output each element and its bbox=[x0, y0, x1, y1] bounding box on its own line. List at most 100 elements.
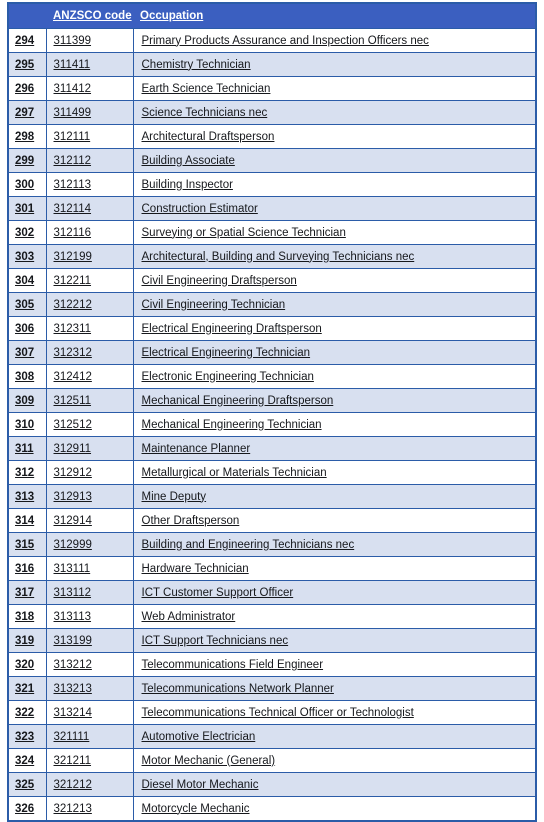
occupation-cell[interactable]: Science Technicians nec bbox=[133, 100, 536, 125]
anzsco-code-cell[interactable]: 313214 bbox=[46, 700, 134, 725]
occupation-cell[interactable]: Electrical Engineering Technician bbox=[133, 340, 536, 365]
occupation-cell[interactable]: Telecommunications Technical Officer or … bbox=[133, 700, 536, 725]
occupation-cell[interactable]: Mine Deputy bbox=[133, 484, 536, 509]
anzsco-code-cell[interactable]: 312111 bbox=[46, 124, 134, 149]
table-row[interactable]: 296 311412 Earth Science Technician bbox=[8, 76, 536, 101]
anzsco-code-cell[interactable]: 313111 bbox=[46, 556, 134, 581]
anzsco-code-cell[interactable]: 312311 bbox=[46, 316, 134, 341]
table-row[interactable]: 308 312412 Electronic Engineering Technici… bbox=[8, 364, 536, 389]
anzsco-code-cell[interactable]: 313113 bbox=[46, 604, 134, 629]
table-row[interactable]: 321 313213 Telecommunications Network Plan… bbox=[8, 676, 536, 701]
table-row[interactable]: 301 312114 Construction Estimator bbox=[8, 196, 536, 221]
table-row[interactable]: 323 321111 Automotive Electrician bbox=[8, 724, 536, 749]
occupation-cell[interactable]: Civil Engineering Draftsperson bbox=[133, 268, 536, 293]
anzsco-code-cell[interactable]: 312211 bbox=[46, 268, 134, 293]
table-row[interactable]: 307 312312 Electrical Engineering Technici… bbox=[8, 340, 536, 365]
occupation-cell[interactable]: Other Draftsperson bbox=[133, 508, 536, 533]
occupation-cell[interactable]: Mechanical Engineering Technician bbox=[133, 412, 536, 437]
table-row[interactable]: 299 312112 Building Associate bbox=[8, 148, 536, 173]
occupation-cell[interactable]: Building and Engineering Technicians nec bbox=[133, 532, 536, 557]
table-row[interactable]: 316 313111 Hardware Technician bbox=[8, 556, 536, 581]
table-row[interactable]: 319 313199 ICT Support Technicians nec bbox=[8, 628, 536, 653]
anzsco-code-cell[interactable]: 312911 bbox=[46, 436, 134, 461]
table-row[interactable]: 315 312999 Building and Engineering Techni… bbox=[8, 532, 536, 557]
anzsco-code-cell[interactable]: 313199 bbox=[46, 628, 134, 653]
anzsco-code-cell[interactable]: 312913 bbox=[46, 484, 134, 509]
anzsco-code-cell[interactable]: 312199 bbox=[46, 244, 134, 269]
anzsco-code-cell[interactable]: 312912 bbox=[46, 460, 134, 485]
occupation-cell[interactable]: Diesel Motor Mechanic bbox=[133, 772, 536, 797]
occupation-cell[interactable]: Telecommunications Network Planner bbox=[133, 676, 536, 701]
anzsco-code-cell[interactable]: 313213 bbox=[46, 676, 134, 701]
table-row[interactable]: 317 313112 ICT Customer Support Officer bbox=[8, 580, 536, 605]
occupation-cell[interactable]: Electrical Engineering Draftsperson bbox=[133, 316, 536, 341]
anzsco-code-cell[interactable]: 313212 bbox=[46, 652, 134, 677]
table-row[interactable]: 295 311411 Chemistry Technician bbox=[8, 52, 536, 77]
anzsco-code-cell[interactable]: 311499 bbox=[46, 100, 134, 125]
table-row[interactable]: 294 311399 Primary Products Assurance and … bbox=[8, 28, 536, 53]
occupation-cell[interactable]: Mechanical Engineering Draftsperson bbox=[133, 388, 536, 413]
anzsco-code-cell[interactable]: 311399 bbox=[46, 28, 134, 53]
table-row[interactable]: 309 312511 Mechanical Engineering Draftspe… bbox=[8, 388, 536, 413]
occupation-cell[interactable]: Web Administrator bbox=[133, 604, 536, 629]
table-row[interactable]: 313 312913 Mine Deputy bbox=[8, 484, 536, 509]
table-row[interactable]: 311 312911 Maintenance Planner bbox=[8, 436, 536, 461]
occupation-cell[interactable]: Architectural Draftsperson bbox=[133, 124, 536, 149]
anzsco-code-cell[interactable]: 321212 bbox=[46, 772, 134, 797]
anzsco-code-cell[interactable]: 312999 bbox=[46, 532, 134, 557]
occupation-cell[interactable]: Automotive Electrician bbox=[133, 724, 536, 749]
table-row[interactable]: 303 312199 Architectural, Building and Sur… bbox=[8, 244, 536, 269]
occupation-cell[interactable]: Motor Mechanic (General) bbox=[133, 748, 536, 773]
occupation-cell[interactable]: Earth Science Technician bbox=[133, 76, 536, 101]
table-row[interactable]: 314 312914 Other Draftsperson bbox=[8, 508, 536, 533]
table-row[interactable]: 304 312211 Civil Engineering Draftsperson bbox=[8, 268, 536, 293]
anzsco-code-cell[interactable]: 311411 bbox=[46, 52, 134, 77]
anzsco-code-cell[interactable]: 312914 bbox=[46, 508, 134, 533]
anzsco-code-cell[interactable]: 312412 bbox=[46, 364, 134, 389]
occupation-cell[interactable]: ICT Customer Support Officer bbox=[133, 580, 536, 605]
occupation-cell[interactable]: Surveying or Spatial Science Technician bbox=[133, 220, 536, 245]
occupation-cell[interactable]: Construction Estimator bbox=[133, 196, 536, 221]
occupation-cell[interactable]: Motorcycle Mechanic bbox=[133, 796, 536, 822]
table-row[interactable]: 318 313113 Web Administrator bbox=[8, 604, 536, 629]
anzsco-code-cell[interactable]: 321211 bbox=[46, 748, 134, 773]
occupation-cell[interactable]: Primary Products Assurance and Inspectio… bbox=[133, 28, 536, 53]
anzsco-code-cell[interactable]: 311412 bbox=[46, 76, 134, 101]
occupation-cell[interactable]: Metallurgical or Materials Technician bbox=[133, 460, 536, 485]
anzsco-code-cell[interactable]: 321111 bbox=[46, 724, 134, 749]
anzsco-code-cell[interactable]: 312512 bbox=[46, 412, 134, 437]
anzsco-code-cell[interactable]: 312114 bbox=[46, 196, 134, 221]
anzsco-code-cell[interactable]: 312312 bbox=[46, 340, 134, 365]
occupation-cell[interactable]: Building Inspector bbox=[133, 172, 536, 197]
anzsco-code-cell[interactable]: 313112 bbox=[46, 580, 134, 605]
occupation-cell[interactable]: Building Associate bbox=[133, 148, 536, 173]
occupation-cell[interactable]: Electronic Engineering Technician bbox=[133, 364, 536, 389]
table-row[interactable]: 326 321213 Motorcycle Mechanic bbox=[8, 796, 536, 822]
table-row[interactable]: 302 312116 Surveying or Spatial Science Te… bbox=[8, 220, 536, 245]
column-header-occupation[interactable]: Occupation bbox=[133, 3, 536, 29]
occupation-cell[interactable]: Telecommunications Field Engineer bbox=[133, 652, 536, 677]
anzsco-code-cell[interactable]: 312113 bbox=[46, 172, 134, 197]
anzsco-code-cell[interactable]: 312212 bbox=[46, 292, 134, 317]
column-header-anzsco-code[interactable]: ANZSCO code bbox=[46, 3, 133, 29]
table-row[interactable]: 306 312311 Electrical Engineering Draftspe… bbox=[8, 316, 536, 341]
anzsco-code-cell[interactable]: 312511 bbox=[46, 388, 134, 413]
table-row[interactable]: 322 313214 Telecommunications Technical Of… bbox=[8, 700, 536, 725]
table-row[interactable]: 300 312113 Building Inspector bbox=[8, 172, 536, 197]
table-row[interactable]: 312 312912 Metallurgical or Materials Tech… bbox=[8, 460, 536, 485]
occupation-cell[interactable]: Maintenance Planner bbox=[133, 436, 536, 461]
occupation-cell[interactable]: Hardware Technician bbox=[133, 556, 536, 581]
table-row[interactable]: 324 321211 Motor Mechanic (General) bbox=[8, 748, 536, 773]
table-row[interactable]: 305 312212 Civil Engineering Technician bbox=[8, 292, 536, 317]
occupation-cell[interactable]: Architectural, Building and Surveying Te… bbox=[133, 244, 536, 269]
occupation-cell[interactable]: ICT Support Technicians nec bbox=[133, 628, 536, 653]
table-row[interactable]: 297 311499 Science Technicians nec bbox=[8, 100, 536, 125]
occupation-cell[interactable]: Civil Engineering Technician bbox=[133, 292, 536, 317]
table-row[interactable]: 310 312512 Mechanical Engineering Technici… bbox=[8, 412, 536, 437]
table-row[interactable]: 298 312111 Architectural Draftsperson bbox=[8, 124, 536, 149]
table-row[interactable]: 320 313212 Telecommunications Field Engine… bbox=[8, 652, 536, 677]
anzsco-code-cell[interactable]: 312112 bbox=[46, 148, 134, 173]
occupation-cell[interactable]: Chemistry Technician bbox=[133, 52, 536, 77]
anzsco-code-cell[interactable]: 312116 bbox=[46, 220, 134, 245]
table-row[interactable]: 325 321212 Diesel Motor Mechanic bbox=[8, 772, 536, 797]
